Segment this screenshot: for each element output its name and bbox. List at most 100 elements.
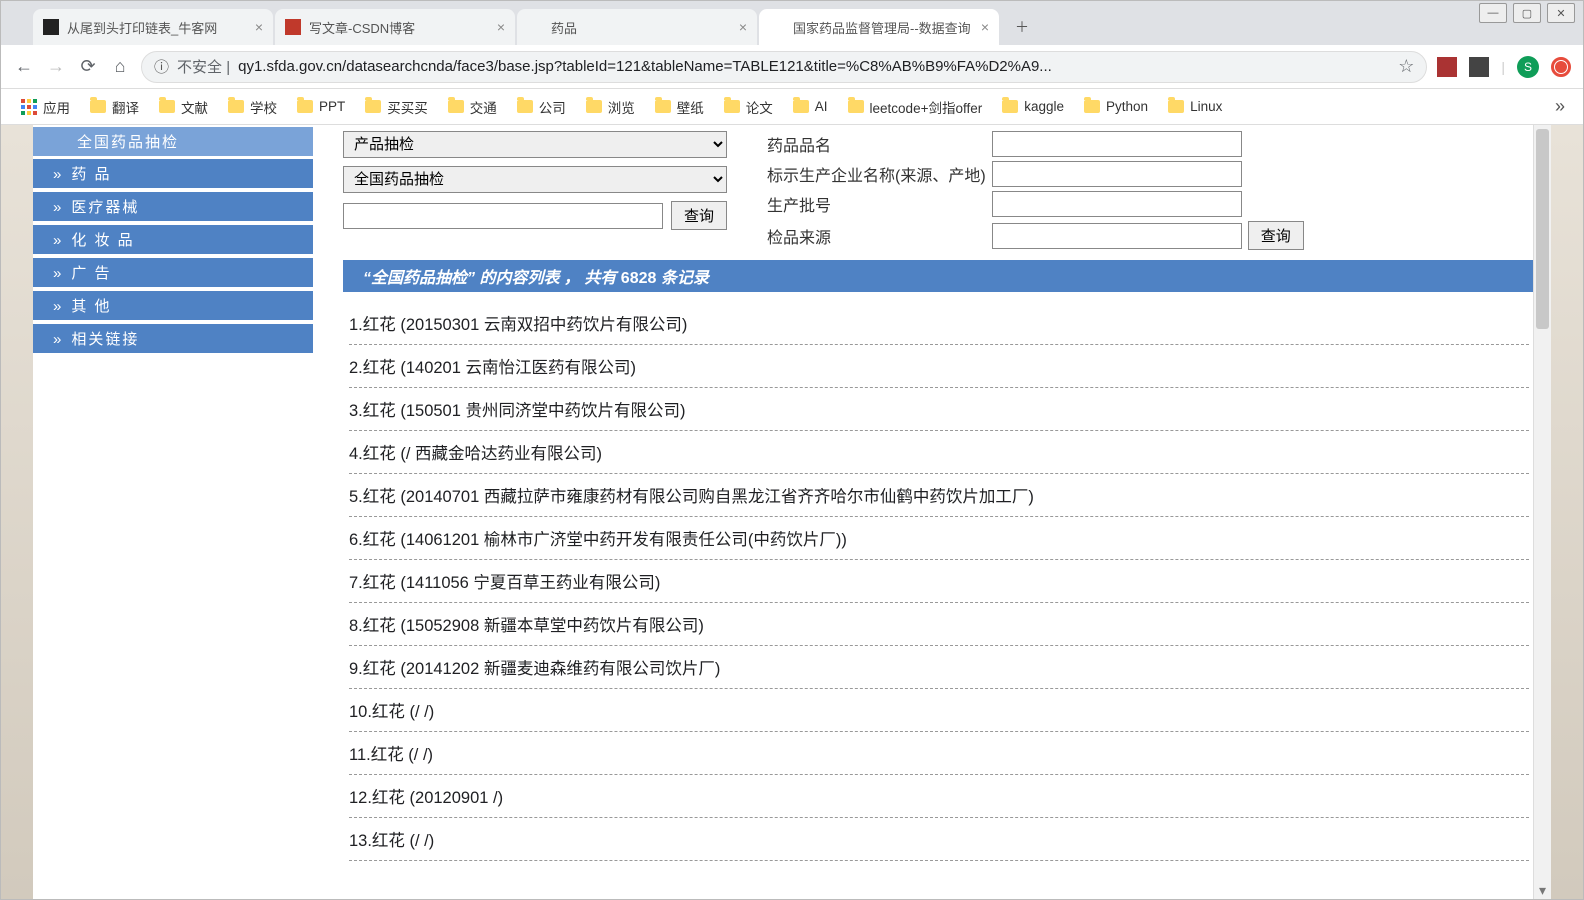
result-row[interactable]: 6.红花 (14061201 榆林市广济堂中药开发有限责任公司(中药饮片厂))	[349, 517, 1529, 560]
bookmark-item[interactable]: 学校	[220, 93, 285, 121]
bookmark-item[interactable]: 买买买	[357, 93, 436, 121]
bookmark-item[interactable]: 壁纸	[647, 93, 712, 121]
result-row[interactable]: 13.红花 (/ /)	[349, 818, 1529, 861]
search-button-left[interactable]: 查询	[671, 201, 727, 230]
sidebar-item[interactable]: 化 妆 品	[33, 224, 313, 255]
close-tab-icon[interactable]: ×	[975, 19, 989, 35]
bookmark-label: kaggle	[1024, 99, 1064, 114]
folder-icon	[724, 100, 740, 113]
result-row[interactable]: 4.红花 (/ 西藏金哈达药业有限公司)	[349, 431, 1529, 474]
search-button-right[interactable]: 查询	[1248, 221, 1304, 250]
result-row[interactable]: 7.红花 (1411056 宁夏百草王药业有限公司)	[349, 560, 1529, 603]
bookmark-item[interactable]: leetcode+剑指offer	[840, 93, 991, 121]
label-manufacturer: 标示生产企业名称(来源、产地)	[767, 162, 986, 186]
bookmark-label: 论文	[746, 97, 773, 117]
input-source[interactable]	[992, 223, 1242, 249]
page-right-margin	[1551, 125, 1583, 899]
browser-tab[interactable]: 写文章-CSDN博客×	[275, 9, 515, 45]
home-button[interactable]: ⌂	[109, 56, 131, 78]
folder-icon	[1002, 100, 1018, 113]
result-row[interactable]: 5.红花 (20140701 西藏拉萨市雍康药材有限公司购自黑龙江省齐齐哈尔市仙…	[349, 474, 1529, 517]
minimize-button[interactable]: —	[1479, 3, 1507, 23]
sidebar-item[interactable]: 相关链接	[33, 323, 313, 354]
bookmark-item[interactable]: 公司	[509, 93, 574, 121]
bookmark-item[interactable]: 浏览	[578, 93, 643, 121]
bookmark-item[interactable]: 论文	[716, 93, 781, 121]
folder-icon	[448, 100, 464, 113]
close-tab-icon[interactable]: ×	[491, 19, 505, 35]
close-tab-icon[interactable]: ×	[249, 19, 263, 35]
tab-title: 国家药品监督管理局--数据查询	[793, 18, 971, 37]
label-source: 检品来源	[767, 224, 986, 248]
bookmark-item[interactable]: Linux	[1160, 95, 1230, 118]
scrollbar[interactable]: ▴ ▾	[1533, 125, 1551, 899]
input-batch[interactable]	[992, 191, 1242, 217]
bookmark-item[interactable]: PPT	[289, 95, 353, 118]
scroll-thumb[interactable]	[1536, 129, 1549, 329]
browser-tab[interactable]: 从尾到头打印链表_牛客网×	[33, 9, 273, 45]
bookmark-star-icon[interactable]: ☆	[1398, 56, 1414, 77]
result-row[interactable]: 10.红花 (/ /)	[349, 689, 1529, 732]
back-button[interactable]: ←	[13, 56, 35, 78]
reload-button[interactable]: ⟳	[77, 56, 99, 78]
folder-icon	[297, 100, 313, 113]
sidebar-item[interactable]: 药 品	[33, 158, 313, 189]
page-left-margin	[1, 125, 33, 899]
result-row[interactable]: 11.红花 (/ /)	[349, 732, 1529, 775]
pdf-extension-icon[interactable]	[1469, 57, 1489, 77]
bookmark-item[interactable]: AI	[785, 95, 836, 118]
input-manufacturer[interactable]	[992, 161, 1242, 187]
close-window-button[interactable]: ✕	[1547, 3, 1575, 23]
bookmark-label: 浏览	[608, 97, 635, 117]
result-row[interactable]: 8.红花 (15052908 新疆本草堂中药饮片有限公司)	[349, 603, 1529, 646]
bookmark-item[interactable]: 翻译	[82, 93, 147, 121]
bookmark-item[interactable]: kaggle	[994, 95, 1072, 118]
select-product-type[interactable]: 产品抽检	[343, 131, 727, 158]
bookmark-label: 交通	[470, 97, 497, 117]
browser-tab[interactable]: 国家药品监督管理局--数据查询×	[759, 9, 999, 45]
adblock-icon[interactable]	[1551, 57, 1571, 77]
browser-tab[interactable]: 药品×	[517, 9, 757, 45]
bookmark-item[interactable]: Python	[1076, 95, 1156, 118]
select-scope[interactable]: 全国药品抽检	[343, 166, 727, 193]
sidebar-item[interactable]: 广 告	[33, 257, 313, 288]
input-drug-name[interactable]	[992, 131, 1242, 157]
result-row[interactable]: 12.红花 (20120901 /)	[349, 775, 1529, 818]
new-tab-button[interactable]: ＋	[1007, 12, 1037, 42]
sidebar-item-current[interactable]: 全国药品抽检	[33, 127, 313, 156]
close-tab-icon[interactable]: ×	[733, 19, 747, 35]
profile-avatar[interactable]: S	[1517, 56, 1539, 78]
maximize-button[interactable]: ▢	[1513, 3, 1541, 23]
bookmark-label: 壁纸	[677, 97, 704, 117]
bookmark-label: 翻译	[112, 97, 139, 117]
bookmarks-bar: 应用 翻译文献 学校 PPT买买买 交通公司 浏览 壁纸 论文 AI leetcode+剑指off…	[1, 89, 1583, 125]
bookmark-item[interactable]: 文献	[151, 93, 216, 121]
sidebar-item[interactable]: 医疗器械	[33, 191, 313, 222]
scroll-down-icon[interactable]: ▾	[1534, 881, 1551, 899]
extension-icon-1[interactable]	[1437, 57, 1457, 77]
sidebar-item[interactable]: 其 他	[33, 290, 313, 321]
bookmark-label: 学校	[250, 97, 277, 117]
bookmarks-overflow[interactable]: »	[1555, 96, 1571, 117]
folder-icon	[848, 100, 864, 113]
banner-prefix: “全国药品抽检” 的内容列表 ， 共有	[363, 270, 621, 287]
toolbar-right: | S	[1437, 56, 1571, 78]
security-label: 不安全 |	[177, 56, 230, 77]
forward-button[interactable]: →	[45, 56, 67, 78]
apps-icon	[21, 99, 37, 115]
result-row[interactable]: 1.红花 (20150301 云南双招中药饮片有限公司)	[349, 302, 1529, 345]
tab-favicon	[43, 19, 59, 35]
tab-favicon	[285, 19, 301, 35]
url-text: qy1.sfda.gov.cn/datasearchcnda/face3/bas…	[238, 58, 1052, 75]
bookmark-label: AI	[815, 99, 828, 114]
keyword-input[interactable]	[343, 203, 663, 229]
bookmark-item[interactable]: 交通	[440, 93, 505, 121]
result-row[interactable]: 2.红花 (140201 云南怡江医药有限公司)	[349, 345, 1529, 388]
result-row[interactable]: 9.红花 (20141202 新疆麦迪森维药有限公司饮片厂)	[349, 646, 1529, 689]
result-row[interactable]: 3.红花 (150501 贵州同济堂中药饮片有限公司)	[349, 388, 1529, 431]
bookmark-item[interactable]: 应用	[13, 93, 78, 121]
address-bar[interactable]: ⓘ 不安全 | qy1.sfda.gov.cn/datasearchcnda/f…	[141, 51, 1427, 83]
window-controls: — ▢ ✕	[1479, 3, 1575, 23]
folder-icon	[1084, 100, 1100, 113]
label-drug-name: 药品品名	[767, 132, 986, 156]
